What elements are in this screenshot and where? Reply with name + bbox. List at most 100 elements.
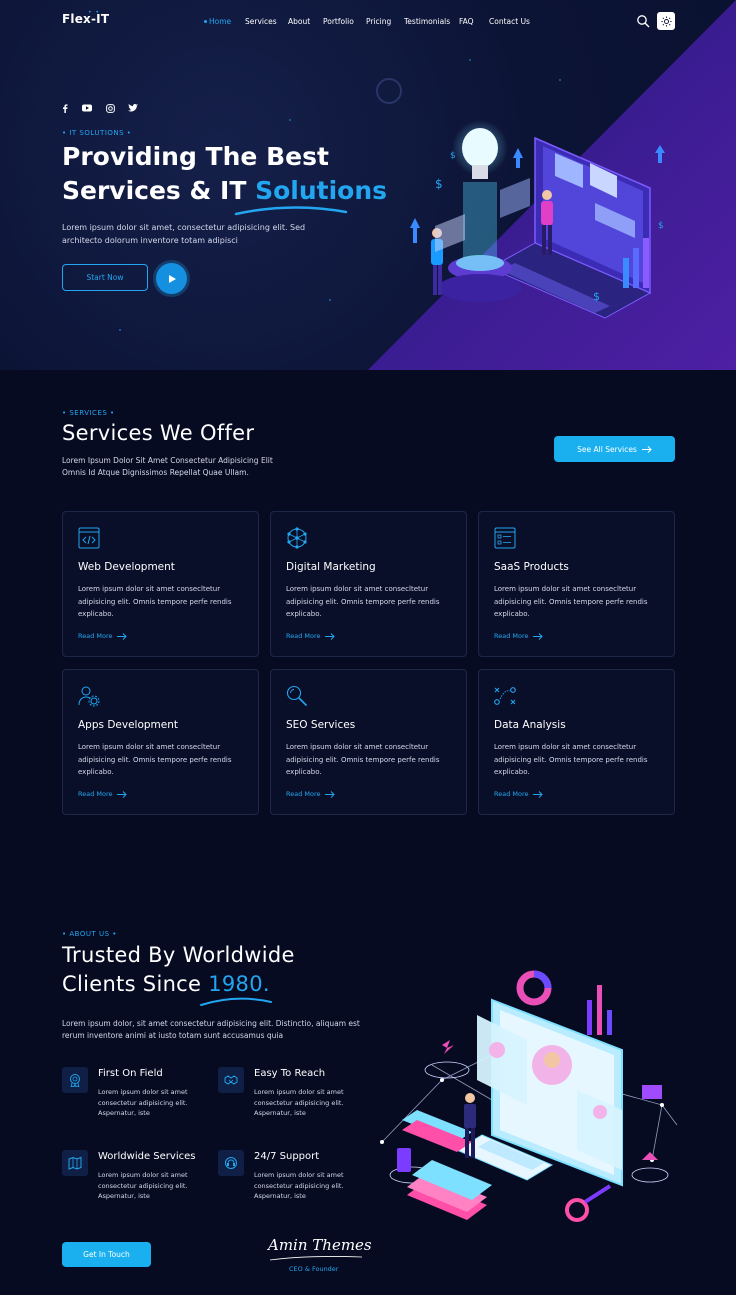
see-all-services-button[interactable]: See All Services xyxy=(554,436,675,462)
read-more-link[interactable]: Read More xyxy=(286,632,335,640)
strategy-xo-icon xyxy=(494,687,516,705)
read-more-label: Read More xyxy=(494,790,529,798)
service-card-title: Data Analysis xyxy=(494,719,566,731)
arrow-right-icon xyxy=(324,790,335,798)
service-card-title: SaaS Products xyxy=(494,561,569,573)
get-in-touch-button[interactable]: Get In Touch xyxy=(62,1242,151,1267)
feature-title: Worldwide Services xyxy=(98,1151,196,1162)
svg-text:$: $ xyxy=(658,221,664,231)
service-card-web-development[interactable]: Web Development Lorem ipsum dolor sit am… xyxy=(62,511,259,657)
about-title-line1: Trusted By Worldwide xyxy=(62,943,295,967)
instagram-icon xyxy=(105,103,115,113)
nav-item-contact[interactable]: Contact Us xyxy=(489,17,530,26)
service-card-data-analysis[interactable]: Data Analysis Lorem ipsum dolor sit amet… xyxy=(478,669,675,815)
read-more-label: Read More xyxy=(494,632,529,640)
read-more-link[interactable]: Read More xyxy=(78,790,127,798)
play-icon xyxy=(168,274,176,283)
service-card-digital-marketing[interactable]: Digital Marketing Lorem ipsum dolor sit … xyxy=(270,511,467,657)
about-title-line2-pre: Clients Since xyxy=(62,972,209,996)
twitter-link[interactable] xyxy=(128,103,138,113)
feature-description: Lorem ipsum dolor sit amet consectetur a… xyxy=(254,1088,344,1117)
feature-description: Lorem ipsum dolor sit amet consectetur a… xyxy=(254,1171,344,1200)
service-card-description: Lorem ipsum dolor sit amet consecltetur … xyxy=(286,743,440,776)
logo-dots: • • xyxy=(88,9,100,16)
network-globe-icon xyxy=(287,527,307,549)
feature-title: Easy To Reach xyxy=(254,1068,326,1079)
hero-eyebrow: • IT SOLUTIONS • xyxy=(62,129,132,137)
read-more-link[interactable]: Read More xyxy=(286,790,335,798)
nav-item-portfolio[interactable]: Portfolio xyxy=(323,17,354,26)
arrow-right-icon xyxy=(532,790,543,798)
service-card-description: Lorem ipsum dolor sit amet consecltetur … xyxy=(78,743,232,776)
service-card-title: Digital Marketing xyxy=(286,561,376,573)
signature: Amin Themes xyxy=(268,1236,372,1254)
svg-text:$: $ xyxy=(593,290,600,303)
handshake-icon xyxy=(224,1075,238,1085)
youtube-icon xyxy=(82,104,92,112)
hero-illustration: $ $ $ $ xyxy=(410,120,665,319)
read-more-link[interactable]: Read More xyxy=(494,632,543,640)
read-more-label: Read More xyxy=(78,632,113,640)
facebook-link[interactable] xyxy=(60,103,70,113)
services-eyebrow: • SERVICES • xyxy=(62,409,115,417)
award-badge-icon xyxy=(70,1074,80,1087)
service-card-apps-development[interactable]: Apps Development Lorem ipsum dolor sit a… xyxy=(62,669,259,815)
service-card-seo-services[interactable]: SEO Services Lorem ipsum dolor sit amet … xyxy=(270,669,467,815)
feature-icon-box xyxy=(218,1150,244,1176)
nav-item-pricing[interactable]: Pricing xyxy=(366,17,391,26)
magnifier-icon xyxy=(286,685,308,707)
nav-item-services[interactable]: Services xyxy=(245,17,277,26)
feature-description: Lorem ipsum dolor sit amet consectetur a… xyxy=(98,1171,188,1200)
read-more-link[interactable]: Read More xyxy=(494,790,543,798)
service-card-description: Lorem ipsum dolor sit amet consecltetur … xyxy=(494,743,648,776)
svg-text:$: $ xyxy=(450,151,456,161)
nav-item-testimonials[interactable]: Testimonials xyxy=(404,17,450,26)
user-gear-icon xyxy=(78,686,100,707)
hero-title-line1: Providing The Best xyxy=(62,142,329,171)
read-more-label: Read More xyxy=(78,790,113,798)
signature-role: CEO & Founder xyxy=(289,1265,339,1273)
nav-item-faq[interactable]: FAQ xyxy=(459,17,474,26)
title-underline-swoosh xyxy=(234,206,348,216)
hero-section: $ $ $ $ Flex-IT • • Home Services About … xyxy=(0,0,736,370)
sun-icon xyxy=(660,15,672,27)
read-more-label: Read More xyxy=(286,632,321,640)
search-button[interactable] xyxy=(636,13,650,28)
hero-description: Lorem ipsum dolor sit amet, consectetur … xyxy=(62,223,306,245)
theme-toggle-button[interactable] xyxy=(657,12,675,30)
feature-icon-box xyxy=(62,1150,88,1176)
service-card-title: Web Development xyxy=(78,561,175,573)
nav-item-about[interactable]: About xyxy=(288,17,310,26)
signature-underline xyxy=(269,1256,363,1261)
arrow-right-icon xyxy=(116,632,127,640)
hero-title-line2: Services & IT Solutions xyxy=(62,174,387,208)
instagram-link[interactable] xyxy=(105,103,115,113)
feature-title: 24/7 Support xyxy=(254,1151,320,1162)
play-video-button[interactable] xyxy=(156,263,187,294)
see-all-services-label: See All Services xyxy=(577,444,637,454)
start-now-button[interactable]: Start Now xyxy=(62,264,148,291)
hero-title-line2-pre: Services & IT xyxy=(62,176,256,205)
service-card-saas-products[interactable]: SaaS Products Lorem ipsum dolor sit amet… xyxy=(478,511,675,657)
about-description: Lorem ipsum dolor, sit amet consectetur … xyxy=(62,1019,360,1040)
youtube-link[interactable] xyxy=(82,103,92,113)
feature-icon-box xyxy=(218,1067,244,1093)
code-window-icon xyxy=(78,527,100,549)
about-eyebrow: • ABOUT US • xyxy=(62,930,117,938)
nav-item-home[interactable]: Home xyxy=(209,17,231,26)
domain-browser-icon xyxy=(494,527,516,549)
arrow-right-icon xyxy=(532,632,543,640)
service-card-description: Lorem ipsum dolor sit amet consecltetur … xyxy=(78,585,232,618)
nav-active-indicator xyxy=(204,20,207,23)
read-more-label: Read More xyxy=(286,790,321,798)
arrow-right-icon xyxy=(116,790,127,798)
read-more-link[interactable]: Read More xyxy=(78,632,127,640)
search-icon xyxy=(637,15,650,28)
brand-name: Flex-IT xyxy=(62,12,110,26)
feature-title: First On Field xyxy=(98,1068,163,1079)
brand-logo[interactable]: Flex-IT xyxy=(62,12,109,26)
feature-description: Lorem ipsum dolor sit amet consectetur a… xyxy=(98,1088,188,1117)
service-card-description: Lorem ipsum dolor sit amet consecltetur … xyxy=(286,585,440,618)
support-icon xyxy=(225,1157,237,1169)
hero-title-accent: Solutions xyxy=(255,176,388,205)
